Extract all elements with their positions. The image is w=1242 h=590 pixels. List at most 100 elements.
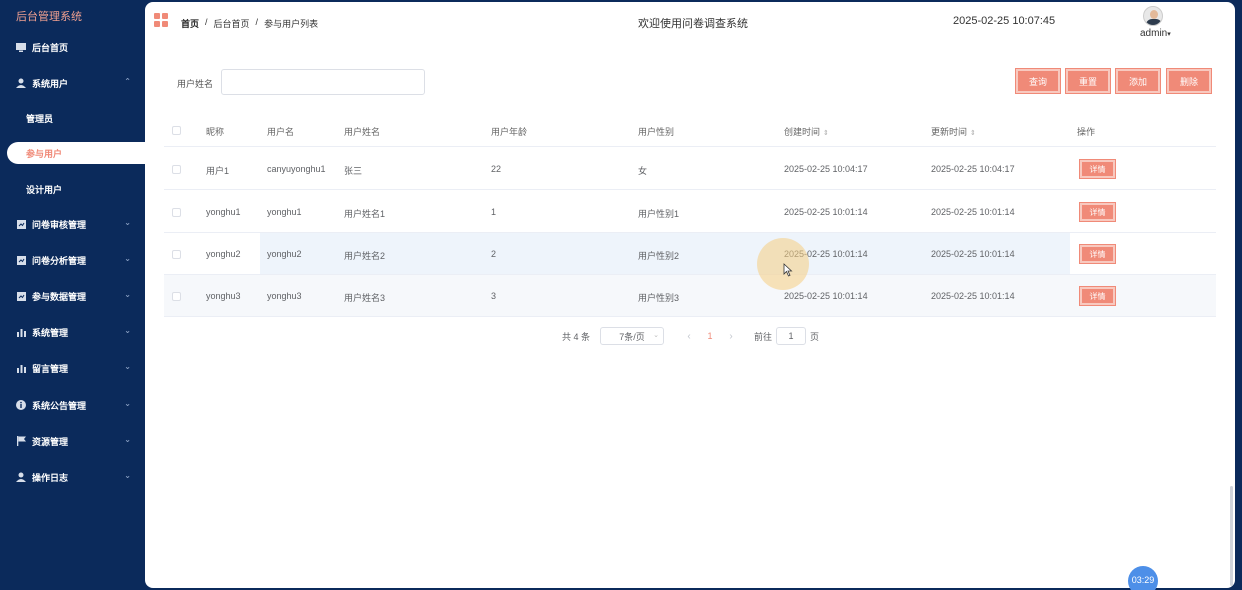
- reset-button[interactable]: 重置: [1065, 68, 1111, 94]
- search-input[interactable]: [221, 69, 425, 95]
- sidebar-item-announcements[interactable]: 系统公告管理 ⌄: [0, 393, 145, 417]
- chevron-down-icon: ⌄: [124, 471, 131, 480]
- prev-page-icon[interactable]: ‹: [678, 331, 700, 342]
- cell-updated: 2025-02-25 10:01:14: [931, 291, 1015, 301]
- column-header: 昵称: [206, 127, 225, 137]
- page-size-select[interactable]: 7条/页 ⌄: [600, 327, 665, 345]
- sidebar-item-messages[interactable]: 留言管理 ⌄: [0, 356, 145, 380]
- grid-icon: [16, 255, 26, 265]
- cell-nickname: yonghu3: [206, 291, 241, 301]
- next-page-icon[interactable]: ›: [720, 331, 742, 342]
- table-row[interactable]: yonghu2 yonghu2 用户姓名2 2 用户性别2 2025-02-25…: [164, 233, 1216, 275]
- goto-suffix: 页: [810, 331, 820, 342]
- sidebar-subitem-admins[interactable]: 管理员: [0, 107, 145, 129]
- page-number-current[interactable]: 1: [700, 331, 720, 341]
- vertical-scrollbar[interactable]: [1230, 486, 1233, 586]
- column-header: 用户年龄: [491, 127, 528, 137]
- sidebar: 后台管理系统 后台首页 系统用户 ⌃ 管理员 参与用户 设计用户 问卷审核管理 …: [0, 0, 147, 590]
- cell-username: canyuyonghu1: [267, 164, 326, 174]
- sidebar-item-label: 系统公告管理: [32, 400, 87, 411]
- detail-button[interactable]: 详情: [1079, 286, 1116, 306]
- info-icon: [16, 400, 26, 410]
- sort-icon[interactable]: ⇕: [970, 130, 976, 137]
- sidebar-item-participation-data[interactable]: 参与数据管理 ⌄: [0, 284, 145, 308]
- menu-grid-icon[interactable]: [154, 13, 168, 27]
- recording-timer: 03:29: [1128, 566, 1158, 590]
- flag-icon: [16, 436, 26, 446]
- goto-label: 前往: [754, 331, 773, 342]
- welcome-text: 欢迎使用问卷调查系统: [638, 18, 748, 30]
- search-label: 用户姓名: [177, 79, 214, 89]
- table-row[interactable]: 用户1 canyuyonghu1 张三 22 女 2025-02-25 10:0…: [164, 148, 1216, 190]
- detail-button[interactable]: 详情: [1079, 202, 1116, 222]
- row-checkbox[interactable]: [172, 208, 181, 217]
- bar-chart-icon: [16, 327, 26, 337]
- cell-updated: 2025-02-25 10:04:17: [931, 164, 1015, 174]
- chevron-down-icon: ⌄: [124, 399, 131, 408]
- row-checkbox[interactable]: [172, 165, 181, 174]
- sidebar-subitem-designers[interactable]: 设计用户: [0, 178, 145, 200]
- sidebar-item-label: 问卷审核管理: [32, 219, 87, 230]
- breadcrumb-item-dashboard[interactable]: 后台首页: [214, 17, 250, 30]
- sidebar-item-label: 问卷分析管理: [32, 255, 87, 266]
- cell-gender: 用户性别1: [638, 209, 680, 219]
- column-header-label: 创建时间: [784, 127, 821, 137]
- cell-created: 2025-02-25 10:01:14: [784, 207, 868, 217]
- current-datetime: 2025-02-25 10:07:45: [953, 15, 1056, 27]
- cell-username: yonghu1: [267, 207, 302, 217]
- cell-realname: 用户姓名3: [344, 293, 386, 303]
- sidebar-subitem-label: 设计用户: [26, 184, 63, 195]
- table-row[interactable]: yonghu1 yonghu1 用户姓名1 1 用户性别1 2025-02-25…: [164, 191, 1216, 233]
- sidebar-item-resources[interactable]: 资源管理 ⌄: [0, 429, 145, 453]
- cell-updated: 2025-02-25 10:01:14: [931, 207, 1015, 217]
- breadcrumb: 首页 / 后台首页 / 参与用户列表: [181, 17, 318, 30]
- breadcrumb-separator: /: [205, 17, 208, 27]
- cell-age: 22: [491, 164, 502, 174]
- cell-gender: 用户性别2: [638, 251, 680, 261]
- cell-nickname: yonghu1: [206, 207, 241, 217]
- row-checkbox[interactable]: [172, 292, 181, 301]
- sidebar-item-dashboard[interactable]: 后台首页: [0, 35, 145, 59]
- detail-button[interactable]: 详情: [1079, 159, 1116, 179]
- sidebar-item-label: 参与数据管理: [32, 291, 87, 302]
- chevron-down-icon: ⌄: [124, 218, 131, 227]
- row-checkbox[interactable]: [172, 250, 181, 259]
- table-row[interactable]: yonghu3 yonghu3 用户姓名3 3 用户性别3 2025-02-25…: [164, 275, 1216, 317]
- user-icon: [16, 78, 26, 88]
- app-logo-title: 后台管理系统: [16, 11, 82, 23]
- cell-realname: 张三: [344, 166, 363, 176]
- cell-nickname: 用户1: [206, 166, 230, 176]
- username-label: admin: [1140, 28, 1168, 39]
- column-header: 用户名: [267, 127, 295, 137]
- sidebar-subitem-participants[interactable]: 参与用户: [7, 142, 147, 164]
- cell-created: 2025-02-25 10:01:14: [784, 291, 868, 301]
- chevron-down-icon: ⌄: [124, 362, 131, 371]
- user-menu[interactable]: admin▾: [1140, 28, 1171, 39]
- sort-icon[interactable]: ⇕: [823, 130, 829, 137]
- chevron-down-icon: ⌄: [124, 290, 131, 299]
- cell-realname: 用户姓名1: [344, 209, 386, 219]
- sidebar-item-system-users[interactable]: 系统用户 ⌃: [0, 71, 145, 95]
- column-header: 操作: [1077, 127, 1096, 137]
- cell-gender: 用户性别3: [638, 293, 680, 303]
- sidebar-item-operation-log[interactable]: 操作日志 ⌄: [0, 465, 145, 489]
- caret-down-icon: ▾: [1167, 31, 1171, 38]
- main-panel: 首页 / 后台首页 / 参与用户列表 欢迎使用问卷调查系统 2025-02-25…: [145, 2, 1235, 588]
- mouse-cursor-icon: [783, 263, 793, 277]
- chevron-down-icon: ⌄: [124, 326, 131, 335]
- cell-age: 2: [491, 249, 497, 259]
- column-header-sortable[interactable]: 更新时间 ⇕: [931, 125, 976, 138]
- query-button[interactable]: 查询: [1015, 68, 1061, 94]
- sidebar-item-survey-review[interactable]: 问卷审核管理 ⌄: [0, 212, 145, 236]
- avatar[interactable]: [1143, 6, 1163, 26]
- breadcrumb-item-home[interactable]: 首页: [181, 17, 199, 30]
- sidebar-item-system-management[interactable]: 系统管理 ⌄: [0, 320, 145, 344]
- add-button[interactable]: 添加: [1115, 68, 1161, 94]
- column-header-sortable[interactable]: 创建时间 ⇕: [784, 125, 829, 138]
- sidebar-item-survey-analysis[interactable]: 问卷分析管理 ⌄: [0, 248, 145, 272]
- select-all-checkbox[interactable]: [172, 126, 181, 135]
- detail-button[interactable]: 详情: [1079, 244, 1116, 264]
- goto-page-input[interactable]: [776, 327, 807, 345]
- cell-updated: 2025-02-25 10:01:14: [931, 249, 1015, 259]
- delete-button[interactable]: 删除: [1166, 68, 1212, 94]
